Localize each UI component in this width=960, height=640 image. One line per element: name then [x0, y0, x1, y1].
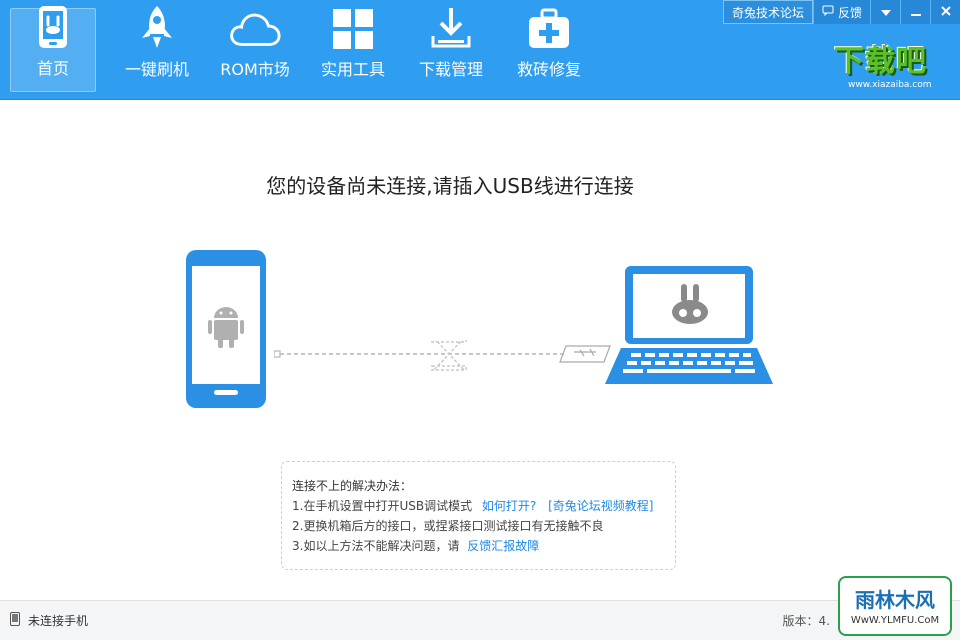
minimize-button[interactable] [900, 0, 930, 24]
close-icon [940, 5, 951, 19]
nav-download-manager[interactable]: 下载管理 [402, 8, 500, 92]
nav-tools[interactable]: 实用工具 [304, 8, 402, 92]
step-3-text: 3.如以上方法不能解决问题，请 [292, 539, 460, 553]
logo-main-text: 下载吧 [834, 44, 927, 79]
minimize-icon [910, 5, 921, 19]
forum-link[interactable]: 奇兔技术论坛 [722, 0, 813, 24]
troubleshoot-step-2: 2.更换机箱后方的接口，或捏紧接口测试接口有无接触不良 [292, 519, 604, 533]
usb-plug-icon [559, 345, 611, 363]
report-issue-link[interactable]: 反馈汇报故障 [467, 539, 539, 553]
troubleshoot-step-3: 3.如以上方法不能解决问题，请 反馈汇报故障 [292, 536, 665, 556]
watermark-badge: 雨林木风 WwW.YLMFU.CoM [838, 576, 952, 636]
nav-home[interactable]: 首页 [10, 5, 96, 92]
watermark-main-text: 雨林木风 [855, 588, 935, 612]
version-text: 版本：4. [782, 614, 830, 628]
nav-label-download-manager: 下载管理 [418, 60, 483, 79]
watermark-sub-text: WwW.YLMFU.CoM [850, 615, 940, 626]
forum-video-tutorial-link[interactable]: [奇兔论坛视频教程] [548, 499, 653, 513]
usb-cable-disconnected [273, 337, 614, 380]
feedback-button[interactable]: 反馈 [812, 0, 870, 24]
grid-icon [326, 8, 380, 50]
nav-label-brick-repair: 救砖修复 [516, 60, 581, 79]
nav-brick-repair[interactable]: 救砖修复 [500, 8, 598, 92]
window-topbar: 奇兔技术论坛 反馈 [722, 0, 960, 24]
android-phone-illustration [186, 250, 268, 414]
step-1-text: 1.在手机设置中打开USB调试模式 [292, 499, 473, 513]
chevron-down-icon [880, 5, 891, 19]
connect-prompt-title: 您的设备尚未连接,请插入USB线进行连接 [266, 174, 634, 198]
nav-one-click-flash[interactable]: 一键刷机 [108, 6, 206, 92]
medical-kit-icon [522, 8, 576, 50]
main-nav: 首页 一键刷机 ROM市场 实用工具 下载管理 救砖修复 [10, 5, 598, 92]
status-bar: 未连接手机 版本：4. [0, 600, 960, 640]
phone-rabbit-icon [26, 5, 80, 49]
nav-rom-market[interactable]: ROM市场 [206, 8, 304, 92]
cloud-icon [228, 8, 282, 50]
connection-status: 未连接手机 [0, 612, 88, 629]
nav-label-home: 首页 [36, 59, 69, 78]
phone-small-icon [10, 612, 20, 629]
rocket-icon [130, 4, 184, 50]
download-icon [424, 6, 478, 50]
chat-icon [822, 5, 834, 19]
disconnect-x-icon [431, 337, 467, 371]
top-header: 首页 一键刷机 ROM市场 实用工具 下载管理 救砖修复 奇兔技术论坛 反馈 下… [0, 0, 960, 100]
close-button[interactable] [930, 0, 960, 24]
nav-label-one-click-flash: 一键刷机 [124, 60, 189, 79]
nav-label-tools: 实用工具 [320, 60, 385, 79]
connection-status-text: 未连接手机 [28, 614, 89, 628]
laptop-illustration [605, 266, 775, 392]
feedback-label: 反馈 [837, 5, 862, 20]
nav-label-rom-market: ROM市场 [220, 60, 290, 79]
troubleshoot-box: 连接不上的解决办法： 1.在手机设置中打开USB调试模式 如何打开? [奇兔论坛… [281, 461, 676, 570]
troubleshoot-step-1: 1.在手机设置中打开USB调试模式 如何打开? [奇兔论坛视频教程] [292, 496, 665, 516]
logo-sub-text: www.xiazaiba.com [848, 80, 932, 90]
menu-dropdown-button[interactable] [870, 0, 900, 24]
how-to-enable-link[interactable]: 如何打开? [482, 499, 536, 513]
troubleshoot-title: 连接不上的解决办法： [292, 479, 413, 493]
brand-logo: 下载吧 www.xiazaiba.com [834, 36, 944, 94]
